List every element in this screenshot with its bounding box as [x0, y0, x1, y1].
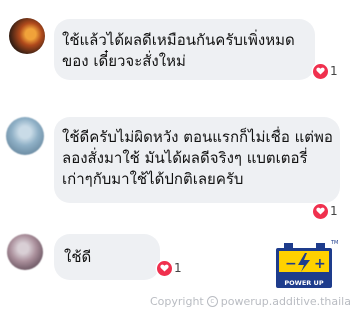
- reaction-badge[interactable]: 1: [313, 203, 338, 219]
- avatar[interactable]: [9, 18, 45, 54]
- copyright-footer: Copyright c powerup.additive.thailand: [150, 295, 350, 308]
- reaction-count: 1: [174, 261, 182, 275]
- copyright-label: Copyright: [150, 295, 204, 308]
- minus-icon: −: [285, 256, 297, 272]
- reaction-count: 1: [330, 64, 338, 78]
- comment-bubble: ใช้แล้วได้ผลดีเหมือนกันครับเพิ่งหมด ของ …: [54, 19, 315, 80]
- comment-bubble: ใช้ดี: [54, 234, 160, 280]
- comment-text-line: ของ เดี๋ยวจะสั่งใหม่: [62, 52, 186, 70]
- comment-text-line: ใช้แล้วได้ผลดีเหมือนกันครับเพิ่งหมด: [62, 31, 295, 49]
- comments-screenshot: ใช้แล้วได้ผลดีเหมือนกันครับเพิ่งหมด ของ …: [0, 0, 350, 314]
- trademark-mark: TM: [330, 240, 338, 246]
- comment-text-line: ใช้ดีครับไม่ผิดหวัง ตอนแรกก็ไม่เชื่อ แต่…: [62, 128, 333, 146]
- comment-text-line: ลองสั่งมาใช้ มันได้ผลดีจริงๆ แบตเตอรี่: [62, 149, 308, 167]
- heart-icon: [313, 63, 328, 79]
- reaction-count: 1: [330, 204, 338, 218]
- plus-icon: +: [314, 256, 326, 272]
- copyright-icon: c: [206, 296, 218, 307]
- power-up-logo: − + POWER UP TM: [276, 240, 338, 288]
- comment-text-line: เก่าๆกับมาใช้ได้ปกติเลยครับ: [62, 170, 244, 188]
- reaction-badge[interactable]: 1: [313, 63, 338, 79]
- comment-text-line: ใช้ดี: [64, 248, 92, 266]
- heart-icon: [157, 260, 172, 276]
- avatar[interactable]: [7, 234, 43, 270]
- avatar[interactable]: [6, 117, 44, 155]
- comment-bubble: ใช้ดีครับไม่ผิดหวัง ตอนแรกก็ไม่เชื่อ แต่…: [54, 117, 340, 203]
- copyright-site: powerup.additive.thailand: [220, 295, 350, 308]
- logo-text: POWER UP: [284, 279, 323, 287]
- heart-icon: [313, 203, 328, 219]
- reaction-badge[interactable]: 1: [157, 260, 182, 276]
